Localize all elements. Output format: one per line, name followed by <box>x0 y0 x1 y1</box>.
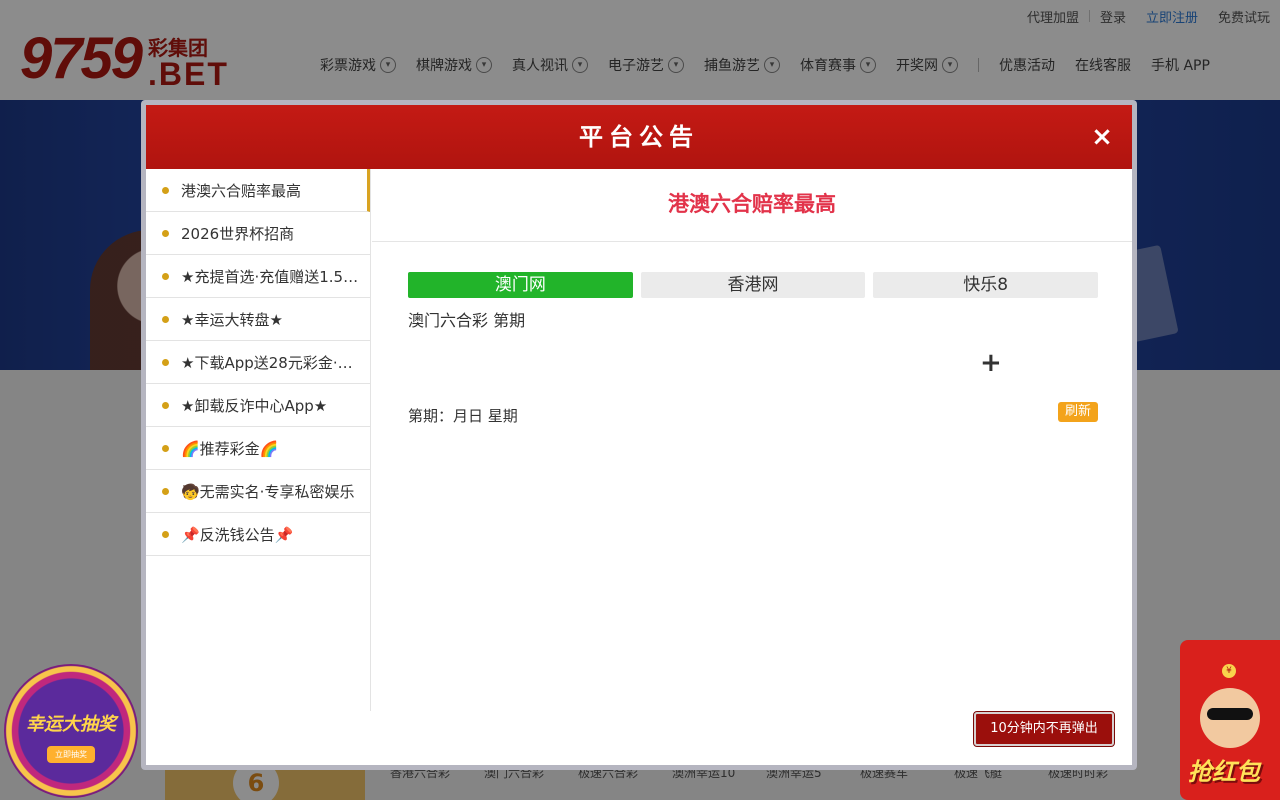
announcement-item[interactable]: ★幸运大转盘★ <box>146 298 370 341</box>
bullet-icon <box>162 315 169 323</box>
result-tabs: 澳门网 香港网 快乐8 <box>408 272 1099 298</box>
bullet-icon <box>162 358 169 366</box>
tab-macau[interactable]: 澳门网 <box>408 272 633 298</box>
announcement-label: ★充提首选·充值赠送1.5%★ <box>181 267 367 286</box>
announcement-label: 港澳六合赔率最高 <box>181 181 302 200</box>
coin-icon: ¥ <box>1222 664 1236 678</box>
announcement-item[interactable]: ★卸载反诈中心App★ <box>146 384 370 427</box>
announcement-item-active[interactable]: 港澳六合赔率最高 <box>146 169 370 212</box>
announcement-item[interactable]: ★下载App送28元彩金·每日签到★ <box>146 341 370 384</box>
bullet-icon <box>162 272 169 280</box>
plus-icon: + <box>980 348 1002 378</box>
lucky-draw-widget[interactable]: 幸运大抽奖 立即抽奖 <box>4 664 138 798</box>
announcement-item[interactable]: 🌈推荐彩金🌈 <box>146 427 370 470</box>
tab-hongkong[interactable]: 香港网 <box>640 272 866 298</box>
announcement-label: 🧒无需实名·专享私密娱乐 <box>181 482 355 501</box>
announcement-item[interactable]: 2026世界杯招商 <box>146 212 370 255</box>
bullet-icon <box>162 186 169 194</box>
announcement-label: 📌反洗钱公告📌 <box>181 525 294 544</box>
sunglasses-icon <box>1207 708 1253 720</box>
close-icon[interactable]: × <box>1088 123 1116 151</box>
refresh-button[interactable]: 刷新 <box>1058 402 1098 422</box>
modal-body: 平台公告 × 港澳六合赔率最高 2026世界杯招商 ★充提首选·充值赠送1.5%… <box>146 105 1132 765</box>
announcement-modal: 平台公告 × 港澳六合赔率最高 2026世界杯招商 ★充提首选·充值赠送1.5%… <box>141 100 1137 770</box>
red-envelope-label: 抢红包 <box>1188 758 1260 786</box>
announcement-list: 港澳六合赔率最高 2026世界杯招商 ★充提首选·充值赠送1.5%★ ★幸运大转… <box>146 169 371 711</box>
bullet-icon <box>162 229 169 237</box>
tab-happy8[interactable]: 快乐8 <box>873 272 1099 298</box>
announcement-label: ★下载App送28元彩金·每日签到★ <box>181 353 367 372</box>
announcement-content: 港澳六合赔率最高 澳门网 香港网 快乐8 澳门六合彩 第期 + 第期：月日 星期… <box>372 169 1132 711</box>
dismiss-10min-button[interactable]: 10分钟内不再弹出 <box>973 711 1115 747</box>
announcement-label: ★幸运大转盘★ <box>181 310 283 329</box>
announcement-label: 🌈推荐彩金🌈 <box>181 439 279 458</box>
red-envelope-widget[interactable]: ¥ 抢红包 <box>1180 640 1280 800</box>
bullet-icon <box>162 444 169 452</box>
lucky-draw-title: 幸运大抽奖 <box>26 713 116 735</box>
modal-title: 平台公告 <box>579 123 699 151</box>
announcement-item[interactable]: 📌反洗钱公告📌 <box>146 513 370 556</box>
draw-date-line: 第期：月日 星期 <box>408 407 518 425</box>
bullet-icon <box>162 401 169 409</box>
issue-line: 澳门六合彩 第期 <box>408 311 526 330</box>
announcement-item[interactable]: 🧒无需实名·专享私密娱乐 <box>146 470 370 513</box>
modal-header: 平台公告 × <box>146 105 1132 169</box>
announcement-label: 2026世界杯招商 <box>181 224 295 243</box>
lucky-draw-button[interactable]: 立即抽奖 <box>47 745 95 763</box>
announcement-label: ★卸载反诈中心App★ <box>181 396 328 415</box>
announcement-title: 港澳六合赔率最高 <box>372 169 1132 242</box>
announcement-item[interactable]: ★充提首选·充值赠送1.5%★ <box>146 255 370 298</box>
bullet-icon <box>162 487 169 495</box>
bullet-icon <box>162 530 169 538</box>
